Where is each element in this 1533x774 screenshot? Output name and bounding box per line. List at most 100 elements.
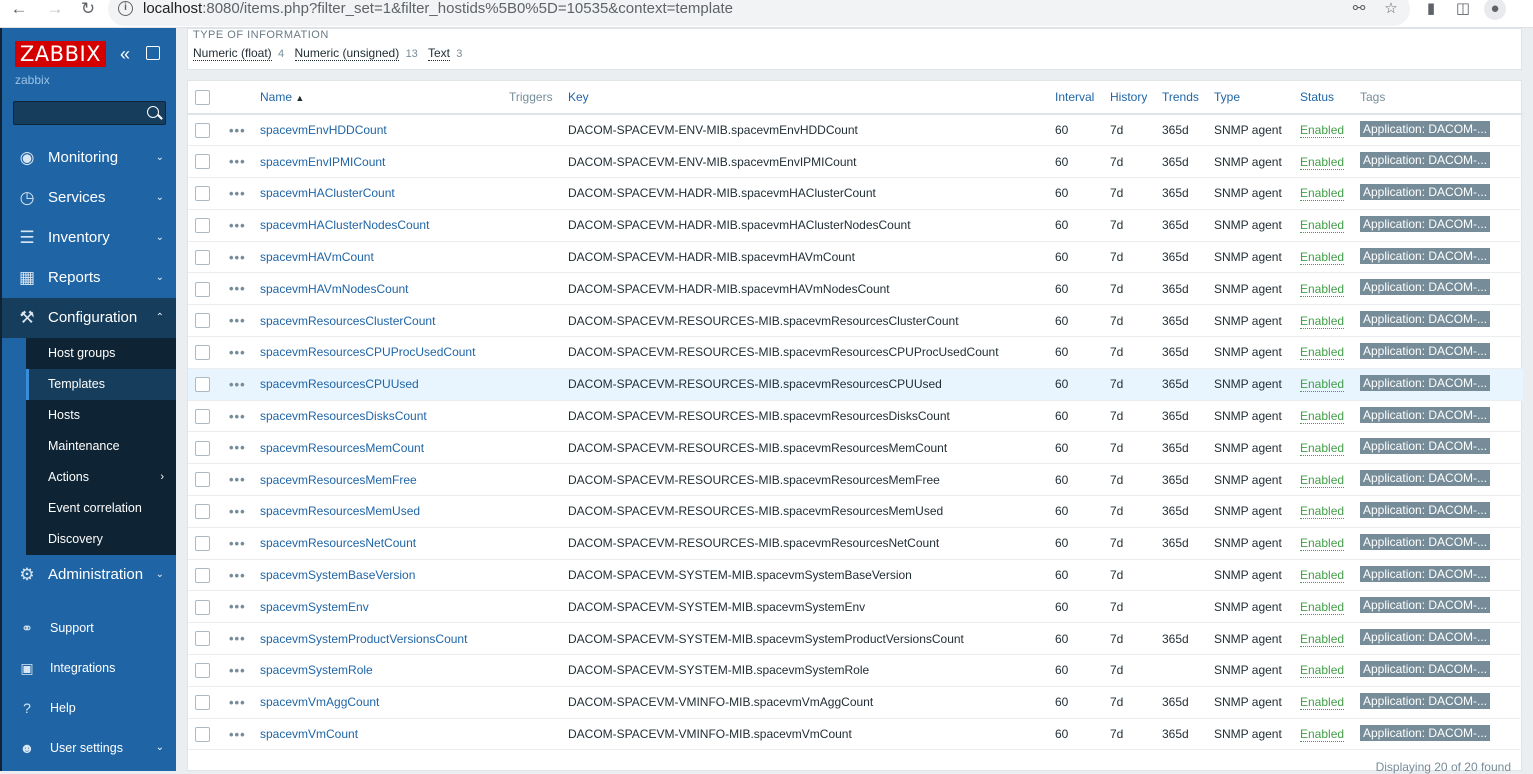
tag-badge[interactable]: Application: DACOM-... bbox=[1360, 565, 1491, 582]
item-name-link[interactable]: spacevmSystemRole bbox=[260, 663, 373, 677]
facet-numeric-unsigned[interactable]: Numeric (unsigned) bbox=[294, 46, 400, 61]
row-checkbox[interactable] bbox=[195, 726, 210, 742]
submenu-item-maintenance[interactable]: Maintenance bbox=[2, 431, 176, 462]
menu-item-user-settings[interactable]: ☻ User settings ⌄ bbox=[2, 728, 176, 768]
tag-badge[interactable]: Application: DACOM-... bbox=[1360, 247, 1491, 264]
status-toggle-link[interactable]: Enabled bbox=[1300, 218, 1345, 234]
row-checkbox[interactable] bbox=[195, 663, 210, 679]
row-checkbox[interactable] bbox=[195, 345, 210, 361]
more-actions-icon[interactable]: ••• bbox=[229, 440, 246, 455]
status-toggle-link[interactable]: Enabled bbox=[1300, 186, 1345, 202]
row-checkbox[interactable] bbox=[195, 408, 210, 424]
submenu-item-discovery[interactable]: Discovery bbox=[2, 524, 176, 555]
tag-badge[interactable]: Application: DACOM-... bbox=[1360, 597, 1491, 614]
menu-item-help[interactable]: ? Help bbox=[2, 688, 176, 728]
tag-badge[interactable]: Application: DACOM-... bbox=[1360, 470, 1491, 487]
row-checkbox[interactable] bbox=[195, 281, 210, 297]
more-actions-icon[interactable]: ••• bbox=[229, 631, 246, 646]
row-checkbox[interactable] bbox=[195, 376, 210, 392]
more-actions-icon[interactable]: ••• bbox=[229, 599, 246, 614]
item-name-link[interactable]: spacevmResourcesMemCount bbox=[260, 441, 424, 455]
tag-badge[interactable]: Application: DACOM-... bbox=[1360, 438, 1491, 455]
status-toggle-link[interactable]: Enabled bbox=[1300, 440, 1345, 456]
tag-badge[interactable]: Application: DACOM-... bbox=[1360, 374, 1491, 391]
status-toggle-link[interactable]: Enabled bbox=[1300, 568, 1345, 584]
tag-badge[interactable]: Application: DACOM-... bbox=[1360, 501, 1491, 518]
item-name-link[interactable]: spacevmSystemProductVersionsCount bbox=[260, 632, 467, 646]
item-name-link[interactable]: spacevmHAVmNodesCount bbox=[260, 282, 409, 296]
item-name-link[interactable]: spacevmSystemBaseVersion bbox=[260, 568, 415, 582]
extensions-puzzle-icon[interactable]: ▮ bbox=[1420, 0, 1442, 20]
row-checkbox[interactable] bbox=[195, 249, 210, 265]
forward-arrow-icon[interactable]: → bbox=[44, 0, 66, 22]
search-icon[interactable] bbox=[147, 106, 159, 118]
tag-badge[interactable]: Application: DACOM-... bbox=[1360, 183, 1491, 200]
menu-item-inventory[interactable]: ☰ Inventory ⌄ bbox=[2, 218, 176, 258]
sidebar-search-input[interactable] bbox=[13, 101, 166, 125]
item-name-link[interactable]: spacevmHAClusterNodesCount bbox=[260, 218, 429, 232]
more-actions-icon[interactable]: ••• bbox=[229, 568, 246, 583]
share-icon[interactable]: ⚯ bbox=[1348, 0, 1370, 20]
bookmark-star-icon[interactable]: ☆ bbox=[1380, 0, 1402, 20]
row-checkbox[interactable] bbox=[195, 694, 210, 710]
more-actions-icon[interactable]: ••• bbox=[229, 536, 246, 551]
item-name-link[interactable]: spacevmEnvHDDCount bbox=[260, 123, 387, 137]
more-actions-icon[interactable]: ••• bbox=[229, 663, 246, 678]
more-actions-icon[interactable]: ••• bbox=[229, 695, 246, 710]
more-actions-icon[interactable]: ••• bbox=[229, 281, 246, 296]
status-toggle-link[interactable]: Enabled bbox=[1300, 154, 1345, 170]
status-toggle-link[interactable]: Enabled bbox=[1300, 472, 1345, 488]
status-toggle-link[interactable]: Enabled bbox=[1300, 250, 1345, 266]
status-toggle-link[interactable]: Enabled bbox=[1300, 727, 1345, 743]
submenu-item-hosts[interactable]: Hosts bbox=[2, 400, 176, 431]
zabbix-logo[interactable]: ZABBIX bbox=[15, 41, 106, 67]
status-toggle-link[interactable]: Enabled bbox=[1300, 281, 1345, 297]
submenu-item-templates[interactable]: Templates bbox=[2, 369, 176, 400]
more-actions-icon[interactable]: ••• bbox=[229, 154, 246, 169]
tag-badge[interactable]: Application: DACOM-... bbox=[1360, 724, 1491, 741]
status-toggle-link[interactable]: Enabled bbox=[1300, 345, 1345, 361]
status-toggle-link[interactable]: Enabled bbox=[1300, 631, 1345, 647]
column-header-type[interactable]: Type bbox=[1209, 81, 1295, 115]
status-toggle-link[interactable]: Enabled bbox=[1300, 313, 1345, 329]
column-header-history[interactable]: History bbox=[1105, 81, 1157, 115]
back-arrow-icon[interactable]: ← bbox=[8, 0, 30, 22]
column-header-status[interactable]: Status bbox=[1295, 81, 1355, 115]
collapse-sidebar-icon[interactable]: « bbox=[120, 45, 130, 63]
status-toggle-link[interactable]: Enabled bbox=[1300, 663, 1345, 679]
more-actions-icon[interactable]: ••• bbox=[229, 345, 246, 360]
more-actions-icon[interactable]: ••• bbox=[229, 727, 246, 742]
more-actions-icon[interactable]: ••• bbox=[229, 377, 246, 392]
menu-item-monitoring[interactable]: ◉ Monitoring ⌄ bbox=[2, 138, 176, 178]
menu-item-reports[interactable]: ▦ Reports ⌄ bbox=[2, 258, 176, 298]
column-header-name[interactable]: Name ▲ bbox=[255, 81, 504, 115]
more-actions-icon[interactable]: ••• bbox=[229, 250, 246, 265]
status-toggle-link[interactable]: Enabled bbox=[1300, 599, 1345, 615]
column-header-interval[interactable]: Interval bbox=[1050, 81, 1105, 115]
column-header-trends[interactable]: Trends bbox=[1157, 81, 1209, 115]
select-all-checkbox[interactable] bbox=[195, 89, 210, 105]
tag-badge[interactable]: Application: DACOM-... bbox=[1360, 533, 1491, 550]
more-actions-icon[interactable]: ••• bbox=[229, 313, 246, 328]
tag-badge[interactable]: Application: DACOM-... bbox=[1360, 660, 1491, 677]
profile-avatar-icon[interactable]: ● bbox=[1484, 0, 1506, 20]
status-toggle-link[interactable]: Enabled bbox=[1300, 536, 1345, 552]
more-actions-icon[interactable]: ••• bbox=[229, 186, 246, 201]
tag-badge[interactable]: Application: DACOM-... bbox=[1360, 120, 1491, 137]
item-name-link[interactable]: spacevmHAVmCount bbox=[260, 250, 374, 264]
item-name-link[interactable]: spacevmSystemEnv bbox=[260, 600, 369, 614]
reload-icon[interactable]: ↻ bbox=[77, 0, 99, 22]
menu-item-support[interactable]: ⚭ Support bbox=[2, 608, 176, 648]
menu-item-integrations[interactable]: ▣ Integrations bbox=[2, 648, 176, 688]
site-info-icon[interactable]: i bbox=[118, 1, 133, 16]
row-checkbox[interactable] bbox=[195, 217, 210, 233]
item-name-link[interactable]: spacevmEnvIPMICount bbox=[260, 155, 385, 169]
tag-badge[interactable]: Application: DACOM-... bbox=[1360, 279, 1491, 296]
status-toggle-link[interactable]: Enabled bbox=[1300, 504, 1345, 520]
side-panel-icon[interactable]: ◫ bbox=[1452, 0, 1474, 20]
status-toggle-link[interactable]: Enabled bbox=[1300, 123, 1345, 139]
row-checkbox[interactable] bbox=[195, 440, 210, 456]
row-checkbox[interactable] bbox=[195, 535, 210, 551]
tag-badge[interactable]: Application: DACOM-... bbox=[1360, 215, 1491, 232]
row-checkbox[interactable] bbox=[195, 472, 210, 488]
